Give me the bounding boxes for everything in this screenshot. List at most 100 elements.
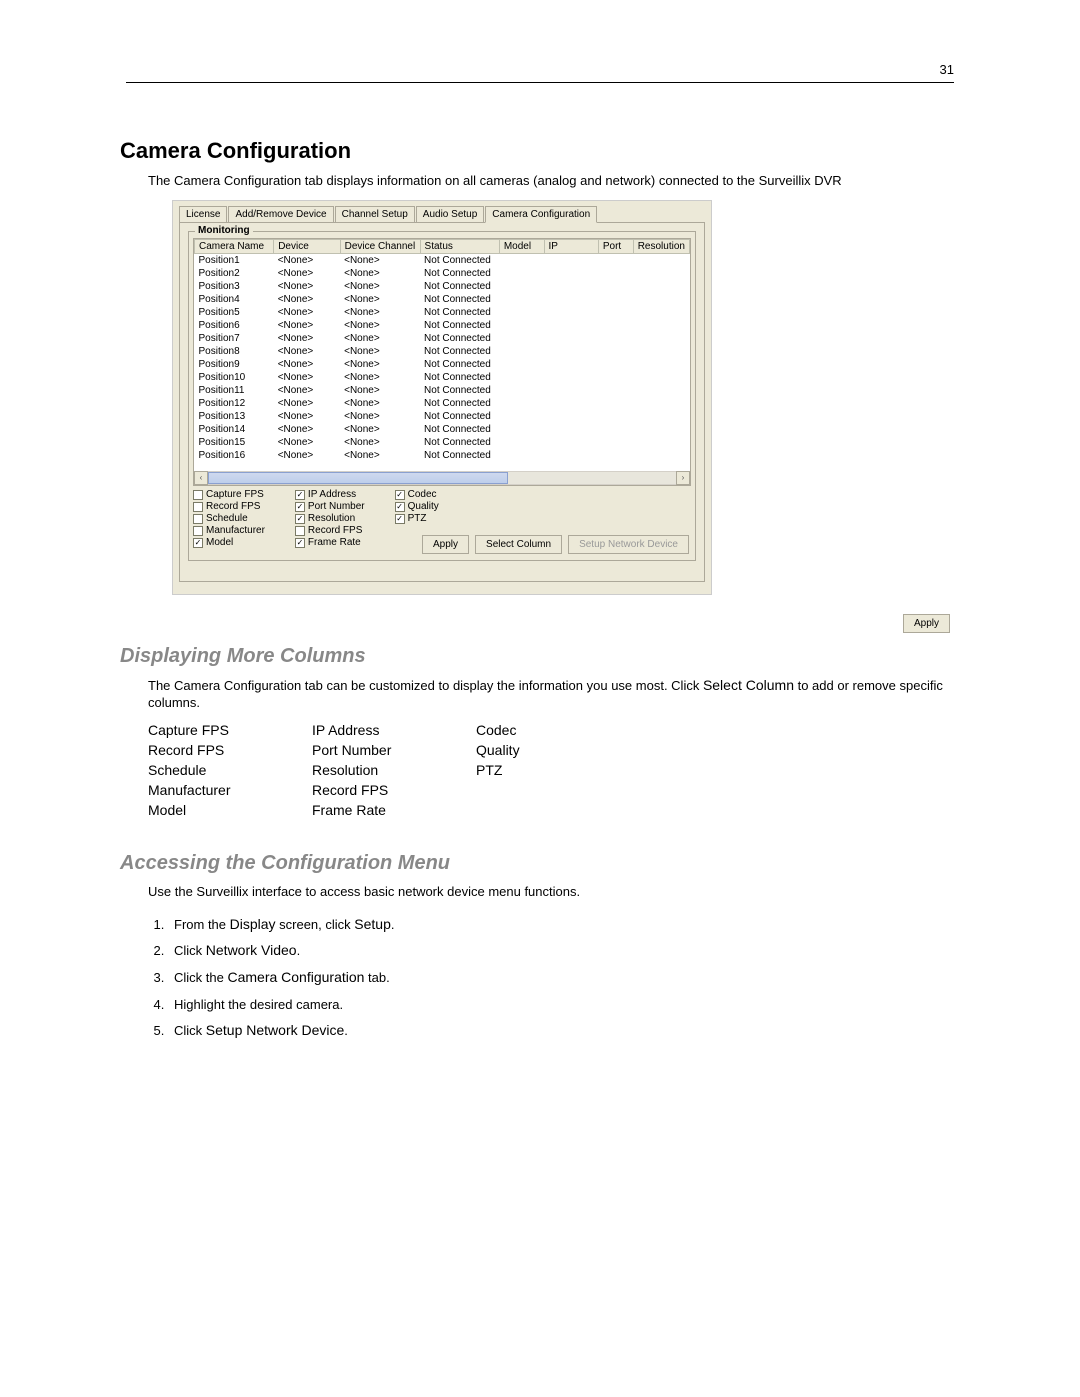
cell: <None> bbox=[274, 423, 340, 436]
cell bbox=[633, 436, 689, 449]
cell bbox=[598, 410, 633, 423]
tab-add-remove-device[interactable]: Add/Remove Device bbox=[228, 206, 333, 223]
table-row[interactable]: Position4<None><None>Not Connected bbox=[195, 293, 690, 306]
cell: Not Connected bbox=[420, 345, 499, 358]
subsection-title-1: Displaying More Columns bbox=[120, 645, 960, 668]
apply-button[interactable]: Apply bbox=[903, 614, 950, 633]
checkbox-label: PTZ bbox=[408, 513, 427, 525]
table-row[interactable]: Position2<None><None>Not Connected bbox=[195, 267, 690, 280]
cell bbox=[499, 319, 544, 332]
camera-table-wrap: Camera Name Device Device Channel Status… bbox=[193, 238, 691, 486]
table-row[interactable]: Position5<None><None>Not Connected bbox=[195, 306, 690, 319]
cell bbox=[598, 397, 633, 410]
column-option: Resolution bbox=[312, 762, 472, 778]
table-row[interactable]: Position11<None><None>Not Connected bbox=[195, 384, 690, 397]
cell: <None> bbox=[274, 371, 340, 384]
checkbox-model[interactable]: ✓Model bbox=[193, 537, 265, 549]
cell bbox=[633, 423, 689, 436]
tab-camera-configuration[interactable]: Camera Configuration bbox=[485, 206, 597, 223]
cell: <None> bbox=[274, 397, 340, 410]
cell: <None> bbox=[274, 293, 340, 306]
scroll-track[interactable] bbox=[208, 471, 676, 485]
col-device[interactable]: Device bbox=[274, 239, 340, 253]
tab-panel: Monitoring Camera Name Device Device Cha… bbox=[179, 222, 705, 582]
scroll-left-icon[interactable]: ‹ bbox=[194, 471, 208, 485]
cell: <None> bbox=[340, 436, 420, 449]
horizontal-scrollbar[interactable]: ‹ › bbox=[194, 471, 690, 485]
cell: Not Connected bbox=[420, 449, 499, 462]
table-header-row: Camera Name Device Device Channel Status… bbox=[195, 239, 690, 253]
camera-table: Camera Name Device Device Channel Status… bbox=[194, 239, 690, 462]
t: The Camera Configuration tab can be cust… bbox=[148, 678, 703, 693]
checkbox-codec[interactable]: ✓Codec bbox=[395, 489, 439, 501]
cell bbox=[633, 410, 689, 423]
checkbox-resolution[interactable]: ✓Resolution bbox=[295, 513, 365, 525]
col-ip[interactable]: IP bbox=[544, 239, 598, 253]
checkbox-capture-fps[interactable]: Capture FPS bbox=[193, 489, 265, 501]
table-row[interactable]: Position9<None><None>Not Connected bbox=[195, 358, 690, 371]
tab-channel-setup[interactable]: Channel Setup bbox=[335, 206, 415, 223]
apply-inner-button[interactable]: Apply bbox=[422, 535, 469, 554]
checkbox-icon: ✓ bbox=[295, 538, 305, 548]
header-rule bbox=[126, 82, 954, 83]
table-row[interactable]: Position14<None><None>Not Connected bbox=[195, 423, 690, 436]
cell: <None> bbox=[340, 306, 420, 319]
cell: Position16 bbox=[195, 449, 274, 462]
checkbox-icon bbox=[295, 526, 305, 536]
checkbox-record-fps[interactable]: Record FPS bbox=[193, 501, 265, 513]
column-options-grid: Capture FPSIP AddressCodecRecord FPSPort… bbox=[148, 722, 960, 818]
checkbox-ptz[interactable]: ✓PTZ bbox=[395, 513, 439, 525]
checkbox-ip-address[interactable]: ✓IP Address bbox=[295, 489, 365, 501]
cell: Not Connected bbox=[420, 253, 499, 267]
column-option: Codec bbox=[476, 722, 616, 738]
select-column-button[interactable]: Select Column bbox=[475, 535, 562, 554]
scroll-right-icon[interactable]: › bbox=[676, 471, 690, 485]
cell: <None> bbox=[340, 332, 420, 345]
column-option bbox=[476, 802, 616, 818]
setup-network-device-button[interactable]: Setup Network Device bbox=[568, 535, 689, 554]
cell: <None> bbox=[340, 319, 420, 332]
col-status[interactable]: Status bbox=[420, 239, 499, 253]
sub1-text: The Camera Configuration tab can be cust… bbox=[148, 676, 960, 712]
cell: Not Connected bbox=[420, 397, 499, 410]
col-port[interactable]: Port bbox=[598, 239, 633, 253]
cell: <None> bbox=[340, 384, 420, 397]
table-row[interactable]: Position13<None><None>Not Connected bbox=[195, 410, 690, 423]
checkbox-manufacturer[interactable]: Manufacturer bbox=[193, 525, 265, 537]
checkbox-record-fps[interactable]: Record FPS bbox=[295, 525, 365, 537]
checkbox-frame-rate[interactable]: ✓Frame Rate bbox=[295, 537, 365, 549]
table-row[interactable]: Position1<None><None>Not Connected bbox=[195, 253, 690, 267]
table-row[interactable]: Position15<None><None>Not Connected bbox=[195, 436, 690, 449]
table-row[interactable]: Position6<None><None>Not Connected bbox=[195, 319, 690, 332]
step: From the Display screen, click Setup. bbox=[168, 911, 960, 938]
col-device-channel[interactable]: Device Channel bbox=[340, 239, 420, 253]
cell bbox=[633, 293, 689, 306]
cell: Position2 bbox=[195, 267, 274, 280]
checkbox-port-number[interactable]: ✓Port Number bbox=[295, 501, 365, 513]
checkbox-quality[interactable]: ✓Quality bbox=[395, 501, 439, 513]
table-row[interactable]: Position8<None><None>Not Connected bbox=[195, 345, 690, 358]
cell: Not Connected bbox=[420, 332, 499, 345]
cell bbox=[499, 384, 544, 397]
table-row[interactable]: Position16<None><None>Not Connected bbox=[195, 449, 690, 462]
column-option: Capture FPS bbox=[148, 722, 308, 738]
tab-license[interactable]: License bbox=[179, 206, 227, 223]
col-resolution[interactable]: Resolution bbox=[633, 239, 689, 253]
table-row[interactable]: Position7<None><None>Not Connected bbox=[195, 332, 690, 345]
checkbox-schedule[interactable]: Schedule bbox=[193, 513, 265, 525]
scroll-thumb[interactable] bbox=[208, 472, 508, 484]
cell bbox=[544, 384, 598, 397]
table-row[interactable]: Position10<None><None>Not Connected bbox=[195, 371, 690, 384]
checkbox-label: Manufacturer bbox=[206, 525, 265, 537]
column-option: Model bbox=[148, 802, 308, 818]
table-row[interactable]: Position3<None><None>Not Connected bbox=[195, 280, 690, 293]
cell bbox=[633, 449, 689, 462]
tab-audio-setup[interactable]: Audio Setup bbox=[416, 206, 485, 223]
col-model[interactable]: Model bbox=[499, 239, 544, 253]
cell: Position13 bbox=[195, 410, 274, 423]
cell bbox=[544, 332, 598, 345]
cell: Not Connected bbox=[420, 358, 499, 371]
checkbox-icon: ✓ bbox=[295, 490, 305, 500]
col-camera-name[interactable]: Camera Name bbox=[195, 239, 274, 253]
table-row[interactable]: Position12<None><None>Not Connected bbox=[195, 397, 690, 410]
